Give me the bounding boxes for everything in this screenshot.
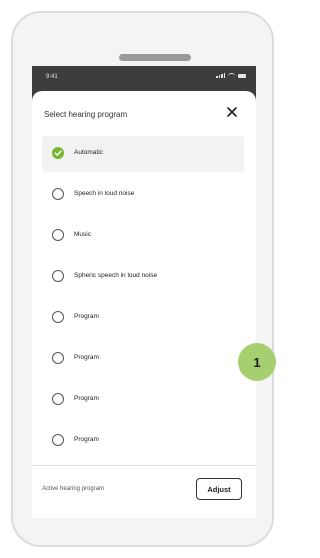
radio-icon bbox=[52, 229, 64, 241]
radio-icon bbox=[52, 393, 64, 405]
radio-icon bbox=[52, 311, 64, 323]
program-item-program-3[interactable]: Program bbox=[42, 382, 244, 418]
active-program-label: Active hearing program bbox=[42, 486, 105, 492]
program-label: Program bbox=[74, 395, 99, 402]
program-label: Speech in loud noise bbox=[74, 190, 135, 197]
sheet-footer: Active hearing program Adjust bbox=[32, 465, 256, 518]
radio-icon bbox=[52, 352, 64, 364]
program-label: Music bbox=[74, 231, 91, 238]
status-icons bbox=[216, 73, 246, 78]
signal-icon bbox=[216, 73, 225, 78]
callout-badge: 1 bbox=[238, 343, 276, 381]
hearing-program-sheet: Select hearing program Automatic Speech … bbox=[32, 91, 256, 518]
radio-icon bbox=[52, 188, 64, 200]
program-item-spheric-speech[interactable]: Spheric speech in loud noise bbox=[42, 259, 244, 295]
program-label: Program bbox=[74, 354, 99, 361]
phone-screen: 9:41 Select hearing program Automatic Sp… bbox=[32, 66, 256, 518]
sheet-title: Select hearing program bbox=[44, 110, 128, 119]
program-item-music[interactable]: Music bbox=[42, 218, 244, 254]
program-label: Spheric speech in loud noise bbox=[74, 272, 158, 279]
phone-speaker bbox=[119, 54, 191, 61]
program-item-speech-in-loud-noise[interactable]: Speech in loud noise bbox=[42, 177, 244, 213]
program-item-program-2[interactable]: Program bbox=[42, 341, 244, 377]
adjust-button[interactable]: Adjust bbox=[196, 478, 242, 500]
program-item-automatic[interactable]: Automatic bbox=[42, 136, 244, 172]
program-label: Automatic bbox=[74, 149, 103, 156]
battery-icon bbox=[238, 73, 246, 78]
program-item-program-1[interactable]: Program bbox=[42, 300, 244, 336]
radio-icon bbox=[52, 270, 64, 282]
program-label: Program bbox=[74, 436, 99, 443]
sheet-header: Select hearing program bbox=[32, 91, 256, 127]
selected-check-icon bbox=[52, 147, 64, 159]
program-label: Program bbox=[74, 313, 99, 320]
wifi-icon bbox=[228, 73, 235, 78]
radio-icon bbox=[52, 434, 64, 446]
status-time: 9:41 bbox=[46, 74, 58, 80]
program-item-program-4[interactable]: Program bbox=[42, 423, 244, 459]
status-bar: 9:41 bbox=[32, 66, 256, 90]
close-icon[interactable] bbox=[225, 105, 239, 119]
